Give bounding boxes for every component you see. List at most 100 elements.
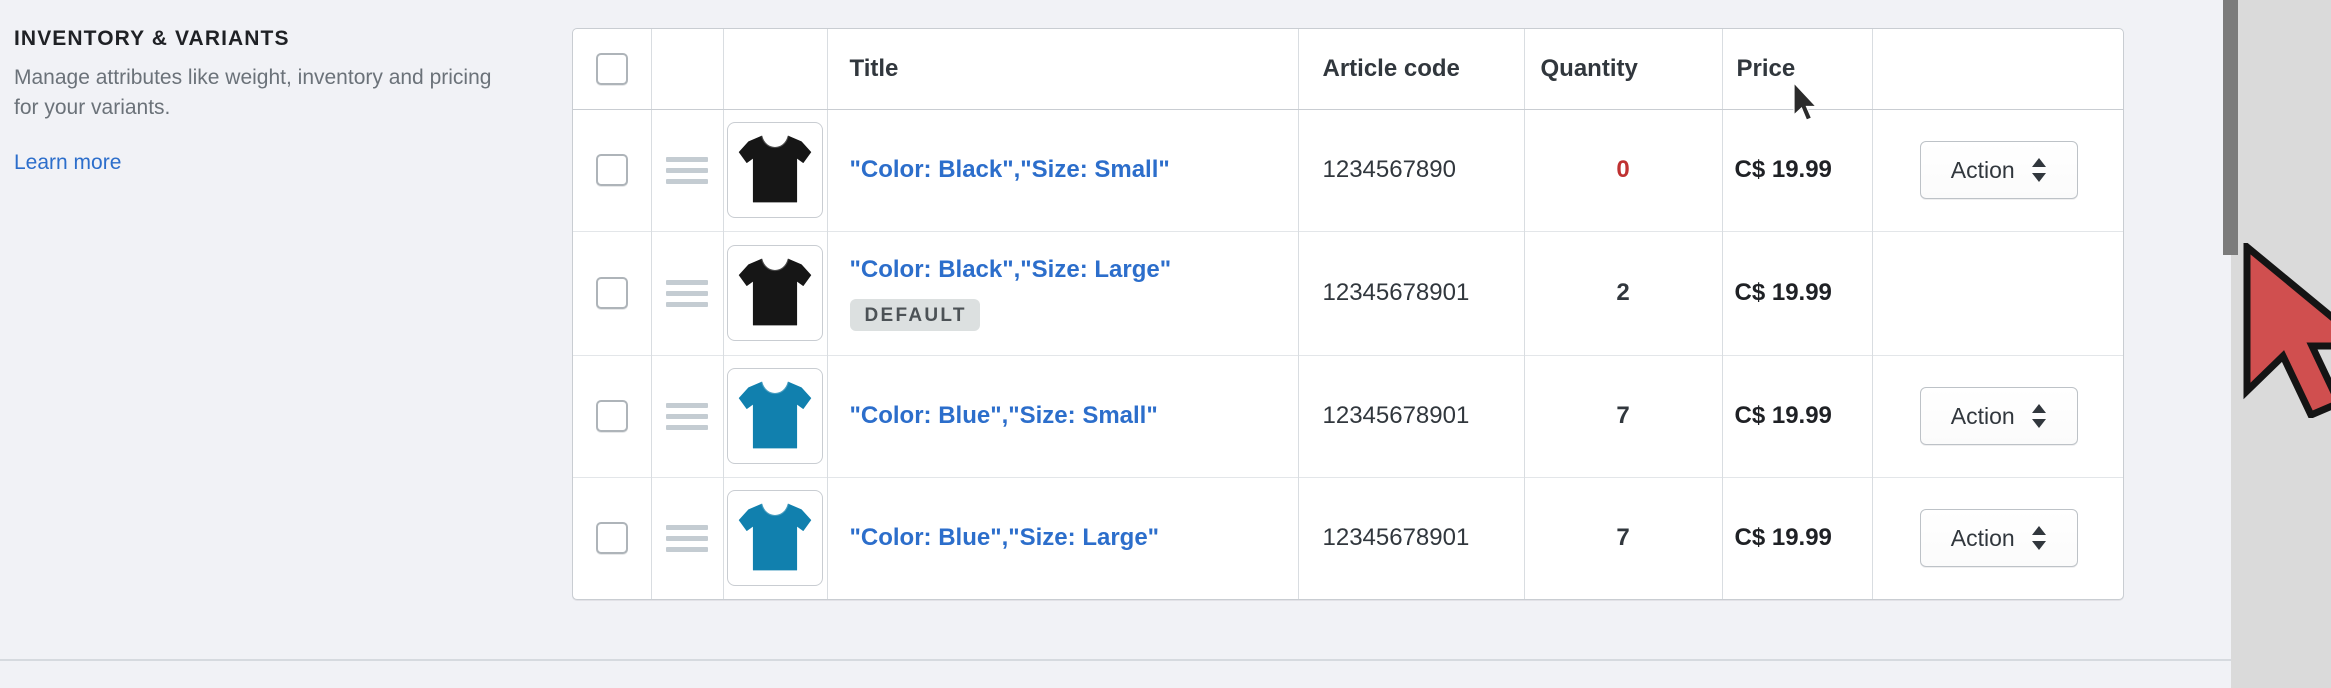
tshirt-icon bbox=[738, 381, 812, 449]
header-action bbox=[1872, 29, 2123, 110]
row-title-cell: "Color: Black","Size: Small" bbox=[827, 109, 1299, 231]
action-select-button[interactable]: Action bbox=[1919, 387, 2078, 445]
row-title-cell: "Color: Blue","Size: Small" bbox=[827, 355, 1299, 477]
bottom-divider bbox=[0, 659, 2331, 661]
row-select-cell bbox=[573, 231, 652, 355]
row-price-cell: C$ 19.99 bbox=[1722, 355, 1873, 477]
row-price-cell: C$ 19.99 bbox=[1722, 231, 1873, 355]
variants-table-body: "Color: Black","Size: Small" 1234567890 0 C… bbox=[573, 109, 2123, 599]
row-article-code-cell: 1234567890 bbox=[1298, 109, 1525, 231]
row-thumbnail-cell bbox=[723, 231, 828, 355]
header-quantity: Quantity bbox=[1524, 29, 1723, 110]
row-drag-cell bbox=[651, 477, 724, 599]
row-action-cell bbox=[1872, 231, 2123, 355]
action-select-button[interactable]: Action bbox=[1919, 509, 2078, 568]
row-thumbnail-cell bbox=[723, 477, 828, 599]
default-badge: DEFAULT bbox=[849, 299, 980, 331]
drag-handle-icon[interactable] bbox=[666, 157, 708, 185]
row-thumbnail-cell bbox=[723, 109, 828, 231]
quantity-value: 7 bbox=[1616, 402, 1630, 429]
drag-handle-icon[interactable] bbox=[666, 403, 708, 431]
variant-thumbnail[interactable] bbox=[727, 490, 823, 587]
quantity-value: 7 bbox=[1616, 524, 1630, 552]
row-quantity-cell: 7 bbox=[1524, 477, 1723, 599]
row-select-checkbox[interactable] bbox=[595, 277, 628, 309]
select-caret-icon bbox=[2031, 157, 2047, 183]
variant-title-link[interactable]: "Color: Blue","Size: Small" bbox=[850, 401, 1158, 431]
tshirt-icon bbox=[738, 503, 812, 571]
price-value: C$ 19.99 bbox=[1734, 156, 1832, 183]
table-header-row: Title Article code Quantity Price bbox=[573, 29, 2123, 110]
article-code-value: 12345678901 bbox=[1322, 524, 1470, 552]
row-drag-cell bbox=[651, 355, 724, 477]
header-price: Price bbox=[1722, 29, 1873, 110]
drag-handle-icon[interactable] bbox=[666, 525, 708, 553]
row-action-cell: Action bbox=[1872, 477, 2123, 599]
variant-thumbnail[interactable] bbox=[727, 122, 823, 218]
row-quantity-cell: 7 bbox=[1524, 355, 1723, 477]
row-quantity-cell: 0 bbox=[1524, 109, 1723, 231]
row-action-cell: Action bbox=[1872, 355, 2123, 477]
article-code-value: 12345678901 bbox=[1322, 279, 1470, 306]
table-row: "Color: Blue","Size: Large" 12345678901 7 C… bbox=[573, 477, 2123, 599]
variant-thumbnail[interactable] bbox=[727, 245, 823, 341]
row-select-checkbox[interactable] bbox=[595, 154, 628, 186]
variant-title-link[interactable]: "Color: Blue","Size: Large" bbox=[850, 523, 1160, 553]
header-select-all bbox=[573, 29, 652, 110]
vertical-scrollbar-thumb[interactable] bbox=[2223, 0, 2238, 255]
variants-table-head: Title Article code Quantity Price bbox=[573, 29, 2123, 110]
row-action-cell: Action bbox=[1872, 109, 2123, 231]
variant-title-link[interactable]: "Color: Black","Size: Small" bbox=[850, 155, 1170, 185]
row-article-code-cell: 12345678901 bbox=[1298, 231, 1525, 355]
price-value: C$ 19.99 bbox=[1734, 402, 1832, 429]
section-description: Manage attributes like weight, inventory… bbox=[14, 66, 492, 119]
row-thumbnail-cell bbox=[723, 355, 828, 477]
action-button-label: Action bbox=[1950, 156, 2015, 183]
page-root: INVENTORY & VARIANTS Manage attributes l… bbox=[0, 0, 2331, 688]
row-title-cell: "Color: Blue","Size: Large" bbox=[827, 477, 1299, 599]
learn-more-link[interactable]: Learn more bbox=[14, 151, 121, 175]
table-row: "Color: Black","Size: Large" DEFAULT 12345… bbox=[573, 231, 2123, 355]
row-drag-cell bbox=[651, 231, 724, 355]
row-select-cell bbox=[573, 109, 652, 231]
select-all-checkbox[interactable] bbox=[595, 52, 628, 85]
variants-table: Title Article code Quantity Price "Color… bbox=[573, 29, 2123, 599]
row-select-checkbox[interactable] bbox=[595, 522, 628, 555]
row-select-cell bbox=[573, 477, 652, 599]
tshirt-icon bbox=[738, 135, 812, 203]
row-article-code-cell: 12345678901 bbox=[1298, 477, 1525, 599]
quantity-value: 2 bbox=[1616, 279, 1630, 306]
header-title: Title bbox=[827, 29, 1299, 110]
row-quantity-cell: 2 bbox=[1524, 231, 1723, 355]
row-select-checkbox[interactable] bbox=[595, 400, 628, 432]
article-code-value: 1234567890 bbox=[1322, 156, 1456, 183]
inventory-variants-side-panel: INVENTORY & VARIANTS Manage attributes l… bbox=[14, 26, 524, 175]
price-value: C$ 19.99 bbox=[1734, 524, 1832, 552]
tshirt-icon bbox=[738, 258, 812, 326]
select-caret-icon bbox=[2031, 525, 2047, 551]
drag-handle-icon[interactable] bbox=[666, 280, 708, 308]
row-select-cell bbox=[573, 355, 652, 477]
quantity-value: 0 bbox=[1616, 156, 1630, 183]
section-title: INVENTORY & VARIANTS bbox=[14, 27, 290, 50]
table-row: "Color: Black","Size: Small" 1234567890 0 C… bbox=[573, 109, 2123, 231]
vertical-scrollbar-track[interactable] bbox=[2231, 0, 2331, 688]
select-caret-icon bbox=[2031, 403, 2047, 429]
action-button-label: Action bbox=[1950, 524, 2015, 551]
row-drag-cell bbox=[651, 109, 724, 231]
row-price-cell: C$ 19.99 bbox=[1722, 477, 1873, 599]
variant-thumbnail[interactable] bbox=[727, 368, 823, 464]
row-article-code-cell: 12345678901 bbox=[1298, 355, 1525, 477]
price-value: C$ 19.99 bbox=[1734, 279, 1832, 306]
variant-title-link[interactable]: "Color: Black","Size: Large" bbox=[850, 255, 1172, 285]
variants-card: Title Article code Quantity Price "Color… bbox=[572, 28, 2124, 600]
row-title-cell: "Color: Black","Size: Large" DEFAULT bbox=[827, 231, 1299, 355]
header-thumbnail bbox=[723, 29, 828, 110]
article-code-value: 12345678901 bbox=[1322, 402, 1470, 429]
header-article-code: Article code bbox=[1298, 29, 1525, 110]
table-row: "Color: Blue","Size: Small" 12345678901 7 C… bbox=[573, 355, 2123, 477]
row-price-cell: C$ 19.99 bbox=[1722, 109, 1873, 231]
action-select-button[interactable]: Action bbox=[1919, 141, 2078, 199]
header-drag-handle bbox=[651, 29, 724, 110]
action-button-label: Action bbox=[1950, 402, 2015, 429]
